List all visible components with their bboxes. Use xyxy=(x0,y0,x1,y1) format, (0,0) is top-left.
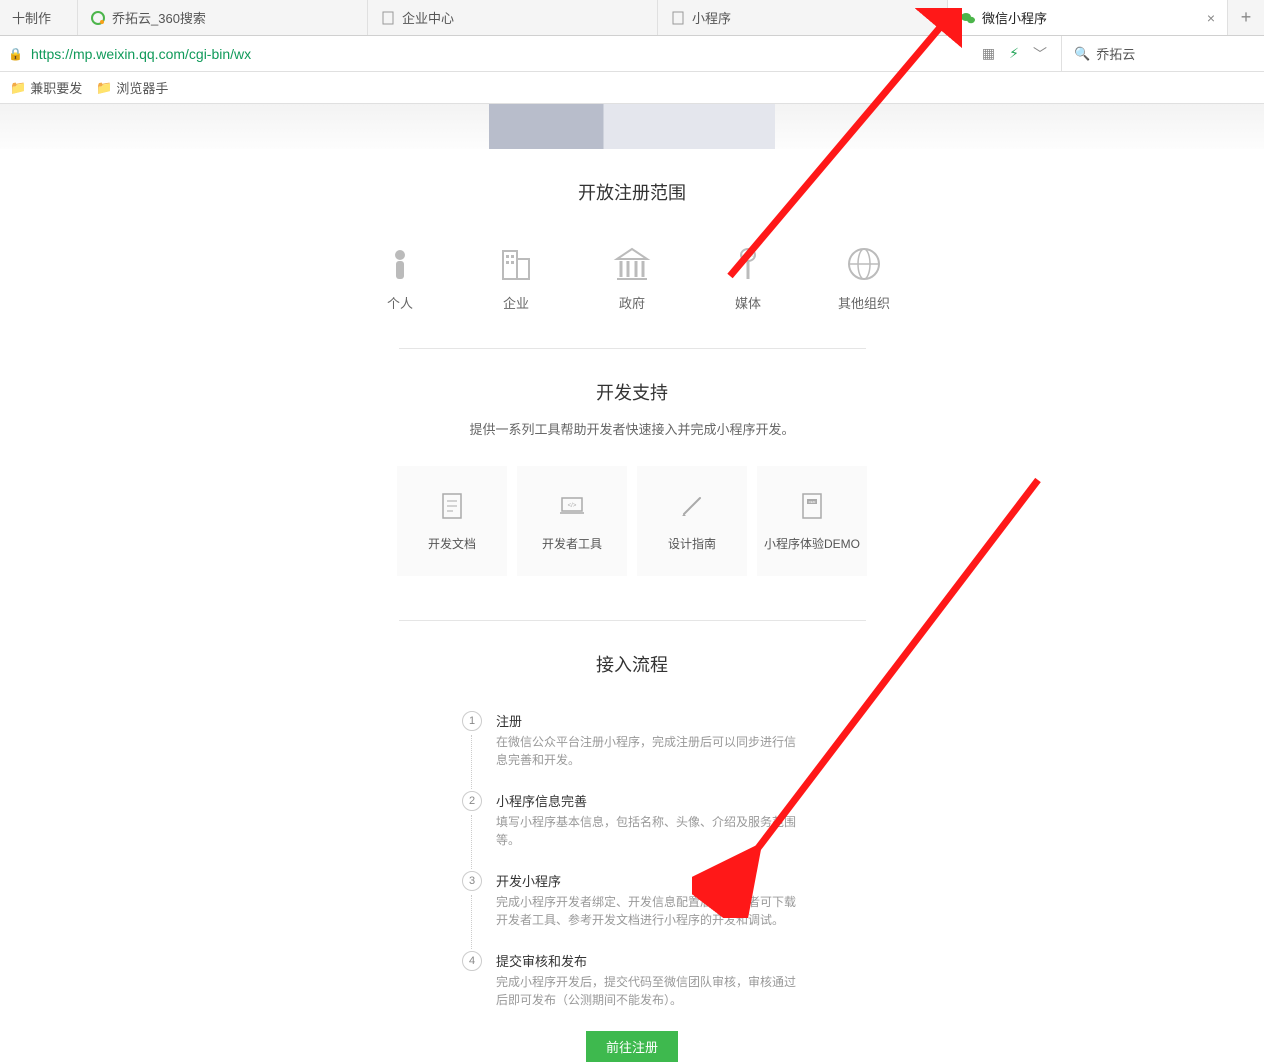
tab-search[interactable]: 乔拓云_360搜索 xyxy=(78,0,368,35)
tab-label: 十制作 xyxy=(12,8,51,27)
step-connector xyxy=(471,735,472,789)
step-number: 1 xyxy=(462,711,482,731)
url-input[interactable] xyxy=(31,46,974,62)
scope-label: 个人 xyxy=(387,293,413,312)
toolbar-right: ▦ ⚡︎ ﹀ xyxy=(982,44,1053,64)
close-icon[interactable]: × xyxy=(1207,10,1215,26)
scope-label: 其他组织 xyxy=(838,293,890,312)
step-title: 开发小程序 xyxy=(496,871,802,890)
cards-row: 开发文档 </> 开发者工具 设计指南 DEM 小程序体验DEMO xyxy=(0,466,1264,620)
page-icon xyxy=(380,10,396,26)
svg-text:DEM: DEM xyxy=(809,500,816,504)
step-connector xyxy=(471,815,472,869)
step-develop: 3 开发小程序 完成小程序开发者绑定、开发信息配置后，开发者可下载开发者工具、参… xyxy=(462,871,802,929)
step-register: 1 注册 在微信公众平台注册小程序，完成注册后可以同步进行信息完善和开发。 xyxy=(462,711,802,769)
tab-wechat-mp[interactable]: 微信小程序 × xyxy=(948,0,1228,35)
search-text: 乔拓云 xyxy=(1096,44,1135,63)
flow-section: 接入流程 1 注册 在微信公众平台注册小程序，完成注册后可以同步进行信息完善和开… xyxy=(0,621,1264,1062)
qihoo-icon xyxy=(90,10,106,26)
scope-other: 其他组织 xyxy=(832,243,896,312)
step-desc: 完成小程序开发后，提交代码至微信团队审核，审核通过后即可发布（公测期间不能发布）… xyxy=(496,973,802,1009)
card-docs[interactable]: 开发文档 xyxy=(397,466,507,576)
step-title: 提交审核和发布 xyxy=(496,951,802,970)
card-label: 小程序体验DEMO xyxy=(764,535,860,552)
card-demo[interactable]: DEM 小程序体验DEMO xyxy=(757,466,867,576)
hero-image-placeholder xyxy=(489,104,775,149)
card-label: 设计指南 xyxy=(668,535,716,552)
card-label: 开发者工具 xyxy=(542,535,602,552)
step-desc: 完成小程序开发者绑定、开发信息配置后，开发者可下载开发者工具、参考开发文档进行小… xyxy=(496,893,802,929)
step-desc: 填写小程序基本信息，包括名称、头像、介绍及服务范围等。 xyxy=(496,813,802,849)
scope-label: 企业 xyxy=(503,293,529,312)
step-title: 注册 xyxy=(496,711,802,730)
scope-personal: 个人 xyxy=(368,243,432,312)
scope-label: 政府 xyxy=(619,293,645,312)
laptop-icon: </> xyxy=(557,491,587,521)
steps-list: 1 注册 在微信公众平台注册小程序，完成注册后可以同步进行信息完善和开发。 2 … xyxy=(462,711,802,1009)
scope-row: 个人 企业 政府 NEWS 媒体 其他组织 xyxy=(0,243,1264,348)
card-design[interactable]: 设计指南 xyxy=(637,466,747,576)
tab-label: 微信小程序 xyxy=(982,8,1047,27)
globe-icon xyxy=(843,243,885,285)
flow-title: 接入流程 xyxy=(0,651,1264,677)
step-desc: 在微信公众平台注册小程序，完成注册后可以同步进行信息完善和开发。 xyxy=(496,733,802,769)
hero-banner xyxy=(0,104,1264,149)
folder-icon: 📁 xyxy=(96,80,112,96)
scope-section: 开放注册范围 个人 企业 政府 NEWS 媒体 其他组织 xyxy=(0,149,1264,349)
bookmark-label: 兼职要发 xyxy=(30,78,82,97)
step-info: 2 小程序信息完善 填写小程序基本信息，包括名称、头像、介绍及服务范围等。 xyxy=(462,791,802,849)
government-icon xyxy=(611,243,653,285)
step-publish: 4 提交审核和发布 完成小程序开发后，提交代码至微信团队审核，审核通过后即可发布… xyxy=(462,951,802,1009)
step-connector xyxy=(471,895,472,949)
tab-label: 乔拓云_360搜索 xyxy=(112,8,206,27)
demo-icon: DEM xyxy=(797,491,827,521)
scope-media: NEWS 媒体 xyxy=(716,243,780,312)
page-icon xyxy=(670,10,686,26)
microphone-icon: NEWS xyxy=(727,243,769,285)
scope-title: 开放注册范围 xyxy=(0,179,1264,205)
svg-text:NEWS: NEWS xyxy=(742,253,754,258)
bookmark-label: 浏览器手 xyxy=(116,78,168,97)
support-section: 开发支持 提供一系列工具帮助开发者快速接入并完成小程序开发。 开发文档 </> … xyxy=(0,349,1264,621)
lock-icon: 🔒 xyxy=(8,47,23,61)
bookmarks-bar: 📁 兼职要发 📁 浏览器手 xyxy=(0,72,1264,104)
pencil-icon xyxy=(677,491,707,521)
tab-design[interactable]: 十制作 xyxy=(0,0,78,35)
search-icon: 🔍 xyxy=(1074,46,1090,62)
scope-enterprise: 企业 xyxy=(484,243,548,312)
bookmark-jianzhi[interactable]: 📁 兼职要发 xyxy=(10,78,82,97)
building-icon xyxy=(495,243,537,285)
wechat-icon xyxy=(960,10,976,26)
person-icon xyxy=(379,243,421,285)
address-bar: 🔒 ▦ ⚡︎ ﹀ 🔍 乔拓云 xyxy=(0,36,1264,72)
page-content: 开放注册范围 个人 企业 政府 NEWS 媒体 其他组织 xyxy=(0,104,1264,1062)
step-number: 3 xyxy=(462,871,482,891)
chevron-down-icon[interactable]: ﹀ xyxy=(1033,44,1047,64)
step-number: 2 xyxy=(462,791,482,811)
tab-label: 小程序 xyxy=(692,8,731,27)
browser-tab-bar: 十制作 乔拓云_360搜索 企业中心 小程序 微信小程序 × + xyxy=(0,0,1264,36)
tab-label: 企业中心 xyxy=(402,8,454,27)
tab-enterprise[interactable]: 企业中心 xyxy=(368,0,658,35)
step-title: 小程序信息完善 xyxy=(496,791,802,810)
folder-icon: 📁 xyxy=(10,80,26,96)
bolt-icon[interactable]: ⚡︎ xyxy=(1009,45,1019,62)
card-label: 开发文档 xyxy=(428,535,476,552)
card-devtools[interactable]: </> 开发者工具 xyxy=(517,466,627,576)
register-button[interactable]: 前往注册 xyxy=(586,1031,678,1062)
bookmark-browser[interactable]: 📁 浏览器手 xyxy=(96,78,168,97)
document-icon xyxy=(437,491,467,521)
scope-government: 政府 xyxy=(600,243,664,312)
new-tab-button[interactable]: + xyxy=(1228,0,1264,35)
browser-search[interactable]: 🔍 乔拓云 xyxy=(1061,36,1256,71)
svg-text:</>: </> xyxy=(568,503,577,509)
qr-icon[interactable]: ▦ xyxy=(982,45,995,62)
step-number: 4 xyxy=(462,951,482,971)
scope-label: 媒体 xyxy=(735,293,761,312)
support-title: 开发支持 xyxy=(0,379,1264,405)
tab-miniprogram[interactable]: 小程序 xyxy=(658,0,948,35)
support-sub: 提供一系列工具帮助开发者快速接入并完成小程序开发。 xyxy=(0,419,1264,438)
